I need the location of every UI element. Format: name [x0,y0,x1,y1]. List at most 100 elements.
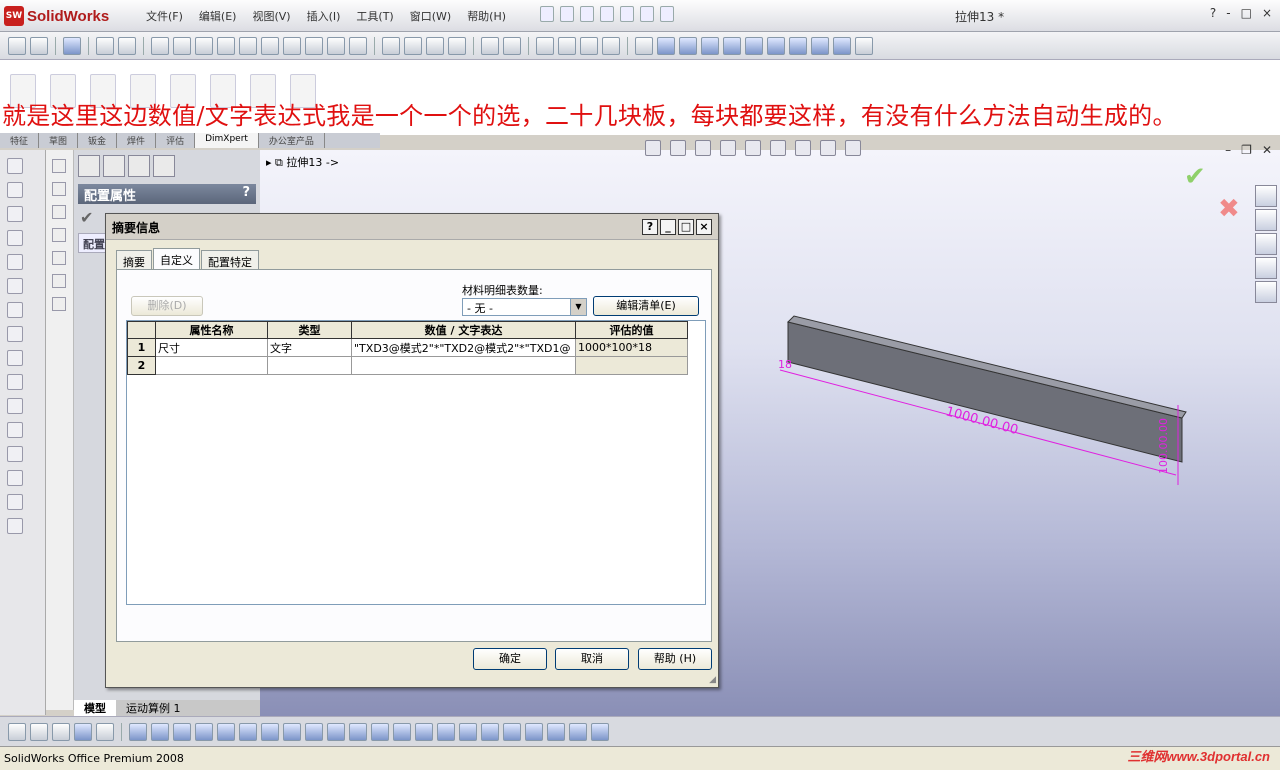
gfx-close-button[interactable]: ✕ [1262,143,1272,157]
note-icon[interactable] [173,37,191,55]
filter-connection-points-icon[interactable] [569,723,587,741]
spell-check-icon[interactable] [151,37,169,55]
menu-file[interactable]: 文件(F) [138,8,191,24]
col-type[interactable]: 类型 [267,321,352,339]
open-file-icon[interactable] [560,6,574,22]
cancel-button[interactable]: 取消 [555,648,629,670]
filter-icon[interactable] [8,723,26,741]
filter-geometric-tolerance-icon[interactable] [393,723,411,741]
split-line-icon[interactable] [7,494,23,510]
gfx-restore-button[interactable]: ❐ [1241,143,1252,157]
ok-button[interactable]: 确定 [473,648,547,670]
balloon-icon[interactable] [195,37,213,55]
reference-geometry-icon[interactable] [7,470,23,486]
filter-planes-icon[interactable] [217,723,235,741]
tab-features[interactable]: 特征 [0,133,40,148]
dialog-maximize-button[interactable]: □ [678,219,694,235]
select-arrow-icon[interactable] [74,723,92,741]
view-right-icon[interactable] [723,37,741,55]
3d-model-board[interactable]: 1000.00.00 100.00.00 18 [760,310,1200,500]
display-style-hud-icon[interactable] [770,140,786,156]
hide-show-icon[interactable] [382,37,400,55]
type-cell[interactable] [267,356,352,375]
menu-insert[interactable]: 插入(I) [299,8,349,24]
menu-view[interactable]: 视图(V) [244,8,298,24]
view-dimetric-icon[interactable] [833,37,851,55]
display-style-icon[interactable] [426,37,444,55]
spline-icon[interactable] [52,251,66,265]
revolve-icon[interactable] [7,182,23,198]
height-dimension[interactable]: 100.00.00 [1157,418,1170,474]
move-icon[interactable] [96,723,114,741]
value-expression-cell[interactable]: "TXD3@模式2"*"TXD2@模式2"*"TXD1@ [351,338,576,357]
design-library-icon[interactable] [1255,209,1277,231]
file-explorer-icon[interactable] [1255,233,1277,255]
filter-datum-features-icon[interactable] [437,723,455,741]
property-name-cell[interactable]: 尺寸 [155,338,268,357]
property-manager-icon[interactable] [103,155,125,177]
filter-weld-symbols-icon[interactable] [459,723,477,741]
configuration-manager-icon[interactable] [128,155,150,177]
dialog-help-text-button[interactable]: 帮助 (H) [638,648,712,670]
filter-vertices-icon[interactable] [30,723,48,741]
offset-icon[interactable] [52,297,66,311]
view-orientation-icon[interactable] [404,37,422,55]
save-icon[interactable] [580,6,594,22]
view-bottom-icon[interactable] [767,37,785,55]
dimxpert-manager-icon[interactable] [153,155,175,177]
arc-icon[interactable] [52,228,66,242]
shaded-icon[interactable] [536,37,554,55]
confirm-check-icon[interactable]: ✔ [1184,162,1206,192]
rib-icon[interactable] [7,302,23,318]
filter-centerlines-icon[interactable] [327,723,345,741]
select-filter-icon[interactable] [118,37,136,55]
edit-appearance-icon[interactable] [820,140,836,156]
view-palette-icon[interactable] [1255,257,1277,279]
chevron-down-icon[interactable]: ▼ [570,299,586,315]
print-icon[interactable] [600,6,614,22]
dialog-minimize-button[interactable]: _ [660,219,676,235]
filter-datum-targets-icon[interactable] [481,723,499,741]
surface-finish-icon[interactable] [217,37,235,55]
line-icon[interactable] [52,159,66,173]
bom-quantity-select[interactable]: - 无 - ▼ [462,298,587,316]
view-trimetric-icon[interactable] [811,37,829,55]
sweep-icon[interactable] [7,206,23,222]
minimize-button[interactable]: - [1226,6,1230,20]
linear-pattern-icon[interactable] [7,422,23,438]
hole-icon[interactable] [7,374,23,390]
geometric-tolerance-icon[interactable] [261,37,279,55]
filter-surface-finish-icon[interactable] [371,723,389,741]
tab-evaluate[interactable]: 评估 [156,133,196,148]
view-left-icon[interactable] [701,37,719,55]
tab-sheet-metal[interactable]: 钣金 [78,133,118,148]
type-cell[interactable]: 文字 [267,338,352,357]
feature-breadcrumb[interactable]: ▸ ⧉ 拉伸13 -> [266,154,339,170]
filter-surfaces-icon[interactable] [151,723,169,741]
cancel-x-icon[interactable]: ✖ [1218,194,1240,224]
measure-icon[interactable] [481,37,499,55]
curve-icon[interactable] [7,446,23,462]
hide-show-items-icon[interactable] [795,140,811,156]
chamfer-icon[interactable] [7,278,23,294]
menu-help[interactable]: 帮助(H) [459,8,514,24]
apply-scene-icon[interactable] [845,140,861,156]
rebuild-icon[interactable] [640,6,654,22]
thickness-dimension[interactable]: 18 [778,358,792,371]
home-icon[interactable] [1255,185,1277,207]
hole-callout-icon[interactable] [327,37,345,55]
sketch-icon[interactable] [8,37,26,55]
app-logo[interactable]: SW SolidWorks [4,5,109,27]
close-button[interactable]: × [1262,6,1272,20]
view-back-icon[interactable] [679,37,697,55]
gfx-minimize-button[interactable]: – [1225,143,1231,157]
filter-axes-icon[interactable] [195,723,213,741]
pm-help-icon[interactable]: ? [242,185,250,203]
filter-center-marks-icon[interactable] [305,723,323,741]
options-icon[interactable] [660,6,674,22]
row-number[interactable]: 1 [127,338,156,357]
filter-dimensions-icon[interactable] [349,723,367,741]
restore-button[interactable]: □ [1241,6,1252,20]
fillet-icon[interactable] [7,254,23,270]
appearances-icon[interactable] [1255,281,1277,303]
